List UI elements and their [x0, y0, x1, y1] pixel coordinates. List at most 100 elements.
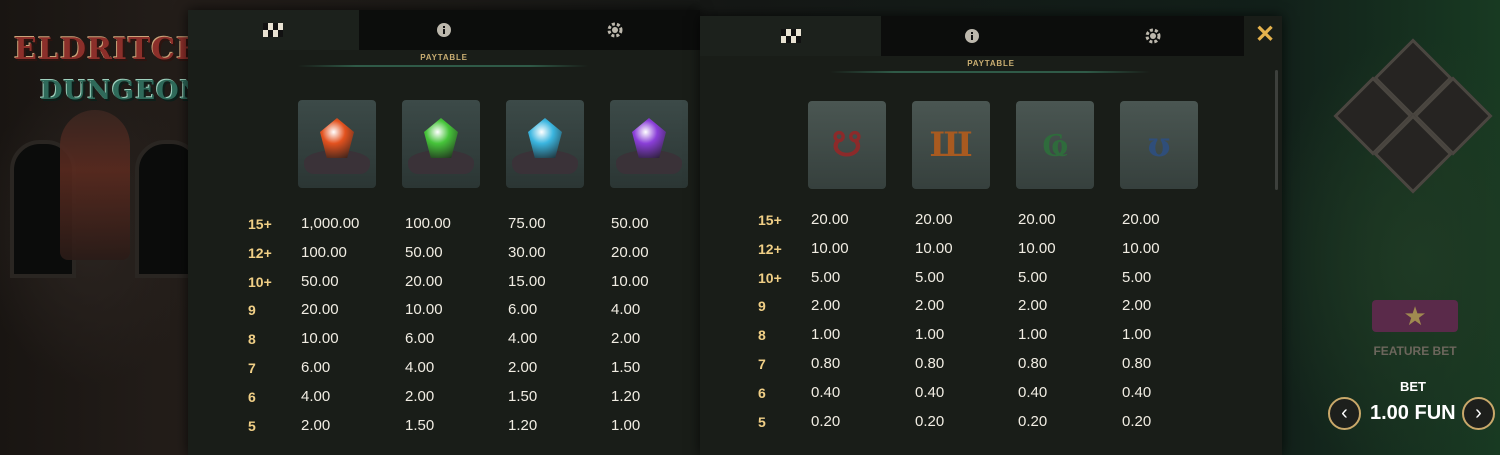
payout-value: 1.20 [611, 387, 641, 405]
feature-bet[interactable]: ★ FEATURE BET [1370, 300, 1460, 358]
payout-value: 2.00 [811, 297, 841, 315]
payout-value: 2.00 [611, 330, 641, 348]
pay-count-label: 6 [758, 384, 766, 401]
green-gem-icon [402, 100, 480, 188]
blue-gem-icon [506, 100, 584, 188]
payout-value: 1.00 [1018, 326, 1048, 344]
payout-value: 0.80 [915, 355, 945, 372]
paytable-panel-left: PAYTABLE 15+ 1,000.00 100.00 75.00 50.00 12+ 1… [188, 10, 701, 455]
payout-value: 75.00 [508, 215, 546, 232]
payout-value: 1.00 [1122, 326, 1152, 344]
info-icon [964, 29, 979, 43]
payout-value: 10.00 [811, 239, 849, 257]
feature-bet-label: FEATURE BET [1373, 344, 1457, 358]
tab-bar [188, 10, 701, 50]
payout-value: 50.00 [611, 215, 649, 232]
rune-glyph: ☋ [831, 125, 863, 165]
payout-value: 20.00 [1122, 211, 1160, 228]
payout-value: 4.00 [301, 387, 331, 405]
payout-value: 0.20 [1018, 412, 1048, 430]
info-icon [437, 23, 451, 37]
payout-value: 6.00 [508, 301, 538, 319]
logo-line-1: ELDRITCH [14, 32, 206, 67]
paytable-subtitle: PAYTABLE [420, 53, 468, 62]
pay-count-label: 8 [248, 331, 256, 348]
payout-value: 20.00 [301, 301, 339, 319]
orange-rune-icon: Ш [912, 101, 990, 189]
payout-value: 4.00 [611, 301, 641, 319]
payout-value: 1.50 [611, 359, 641, 376]
payout-value: 5.00 [1018, 268, 1048, 286]
payout-value: 0.80 [1122, 355, 1152, 372]
payout-value: 0.20 [915, 412, 945, 430]
payout-value: 5.00 [915, 268, 945, 286]
payout-value: 0.20 [811, 412, 841, 430]
close-button[interactable]: ✕ [1254, 23, 1276, 47]
pay-count-label: 8 [758, 327, 766, 344]
payout-value: 15.00 [508, 272, 546, 290]
red-gem-icon [298, 100, 376, 188]
payout-value: 10.00 [1018, 239, 1056, 257]
payout-value: 2.00 [915, 297, 945, 315]
payout-value: 20.00 [811, 211, 849, 228]
payout-value: 1.50 [405, 416, 435, 434]
bet-value: 1.00 FUN [1370, 402, 1456, 424]
paytable-icon [263, 23, 284, 37]
payout-value: 10.00 [611, 272, 649, 290]
payout-value: 10.00 [301, 330, 339, 348]
tab-paytable[interactable] [188, 10, 359, 50]
payout-value: 0.20 [1122, 412, 1152, 430]
rune-glyph: Ш [929, 125, 973, 165]
logo-line-2: DUNGEON [40, 76, 205, 106]
payout-value: 4.00 [508, 330, 538, 348]
tab-info[interactable] [358, 10, 530, 50]
payout-value: 50.00 [301, 272, 339, 290]
payout-value: 100.00 [405, 215, 451, 232]
bet-increase-button[interactable]: › [1462, 397, 1495, 430]
payout-value: 20.00 [611, 243, 649, 261]
payout-value: 0.40 [1018, 383, 1048, 401]
tab-settings[interactable] [1062, 16, 1244, 56]
bet-decrease-button[interactable]: ‹ [1328, 397, 1361, 430]
payout-value: 1.00 [611, 416, 641, 434]
pay-count-label: 15+ [758, 212, 782, 228]
divider [830, 71, 1150, 73]
settings-icon [1145, 28, 1161, 44]
green-rune-icon: Ҩ [1016, 101, 1094, 189]
payout-value: 1.20 [508, 416, 538, 434]
tab-paytable[interactable] [700, 16, 882, 56]
paytable-subtitle: PAYTABLE [967, 59, 1015, 68]
game-logo: ELDRITCH DUNGEON [14, 32, 205, 122]
payout-value: 30.00 [508, 243, 546, 261]
pay-count-label: 6 [248, 388, 256, 405]
payout-value: 20.00 [405, 272, 443, 290]
pay-count-label: 5 [248, 417, 256, 434]
payout-value: 1.00 [915, 326, 945, 344]
payout-value: 10.00 [915, 239, 953, 257]
payout-value: 5.00 [1122, 268, 1152, 286]
tab-info[interactable] [881, 16, 1063, 56]
hooded-figure [60, 110, 130, 260]
blue-rune-icon: ʊ [1120, 101, 1198, 189]
payout-value: 2.00 [301, 416, 331, 434]
purple-gem-icon [610, 100, 688, 188]
pay-count-label: 10+ [248, 273, 272, 290]
payout-value: 6.00 [301, 359, 331, 376]
pay-count-label: 12+ [758, 240, 782, 257]
payout-value: 2.00 [1122, 297, 1152, 315]
pay-count-label: 5 [758, 413, 766, 430]
payout-value: 4.00 [405, 359, 435, 376]
tab-settings[interactable] [529, 10, 701, 50]
rune-glyph: ʊ [1147, 125, 1171, 165]
pay-count-label: 9 [758, 298, 766, 315]
scrollbar[interactable] [1275, 70, 1278, 190]
payout-value: 2.00 [1018, 297, 1048, 315]
payout-value: 10.00 [1122, 239, 1160, 257]
paytable-panel-right: PAYTABLE ☋ Ш Ҩʊ 15+ 20.00 20.00 20.00 20.00 12+… [700, 16, 1282, 455]
payout-value: 100.00 [301, 243, 347, 261]
payout-value: 10.00 [405, 301, 443, 319]
payout-value: 6.00 [405, 330, 435, 348]
divider [298, 65, 588, 67]
rune-glyph: Ҩ [1042, 125, 1068, 165]
settings-icon [607, 22, 623, 38]
